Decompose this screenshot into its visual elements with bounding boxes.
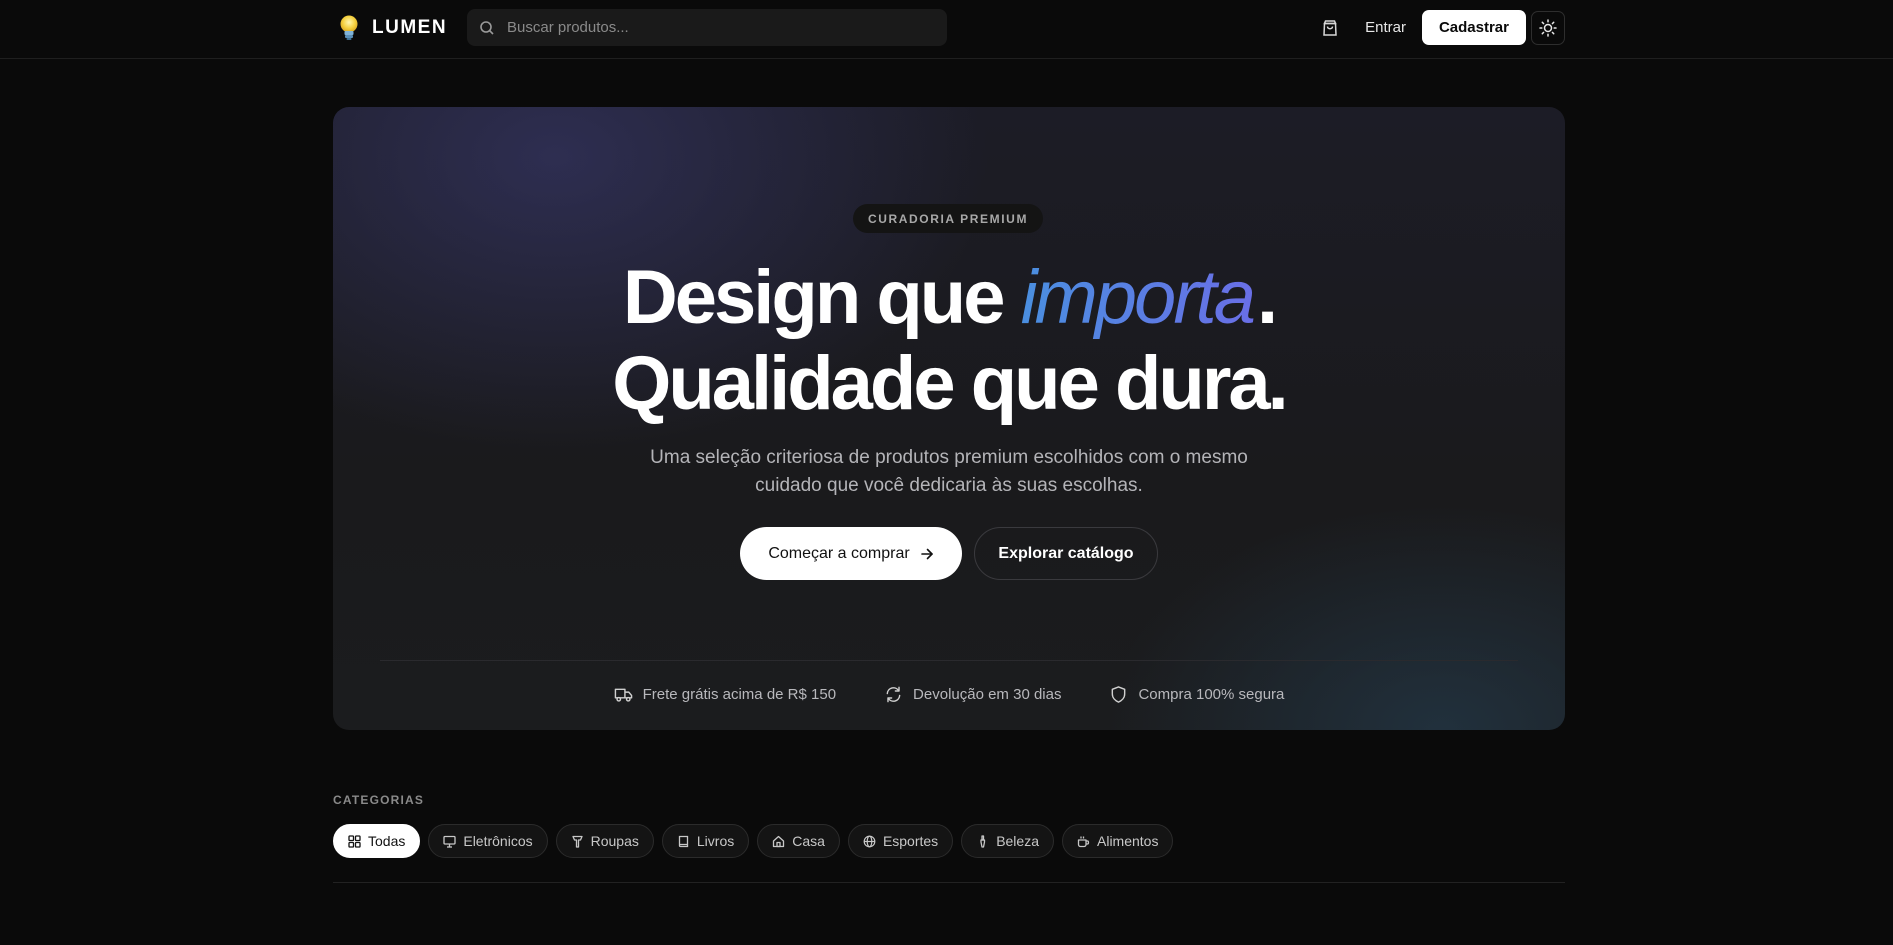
search-input[interactable]: [507, 19, 927, 36]
feature-returns: Devolução em 30 dias: [884, 685, 1061, 704]
shopping-bag-icon: [1323, 19, 1337, 36]
chip-label: Alimentos: [1097, 833, 1159, 849]
monitor-icon: [443, 835, 457, 848]
start-shopping-label: Começar a comprar: [768, 544, 910, 562]
nav-actions: Entrar Cadastrar: [1313, 10, 1565, 45]
bulb-icon: [340, 15, 358, 40]
chip-label: Todas: [368, 833, 406, 849]
hero-subtitle: Uma seleção criteriosa de produtos premi…: [650, 447, 1248, 496]
section-divider: [333, 882, 1565, 883]
start-shopping-button[interactable]: Começar a comprar: [740, 527, 962, 580]
hero-cta-row: Começar a comprar Explorar catálogo: [333, 527, 1565, 580]
search-icon: [480, 20, 494, 35]
feature-free-shipping: Frete grátis acima de R$ 150: [614, 685, 836, 704]
truck-icon: [614, 688, 632, 702]
chip-label: Beleza: [996, 833, 1039, 849]
cart-button[interactable]: [1313, 11, 1347, 45]
brand-name: LUMEN: [372, 17, 448, 38]
hero-banner: CURADORIA PREMIUM Design que importa. Qu…: [333, 107, 1565, 730]
hero-badge: CURADORIA PREMIUM: [853, 204, 1043, 233]
chip-label: Casa: [792, 833, 825, 849]
top-navbar: LUMEN Entrar Cadastrar: [0, 0, 1893, 59]
sun-icon: [1539, 18, 1557, 37]
signup-button[interactable]: Cadastrar: [1421, 10, 1526, 45]
shield-icon: [1112, 686, 1126, 703]
chip-label: Eletrônicos: [463, 833, 533, 849]
explore-catalog-button[interactable]: Explorar catálogo: [974, 527, 1158, 580]
category-chip-todas[interactable]: Todas: [333, 824, 421, 858]
category-chip-casa[interactable]: Casa: [757, 824, 840, 858]
category-chip-roupas[interactable]: Roupas: [555, 824, 654, 858]
category-chip-alimentos[interactable]: Alimentos: [1062, 824, 1174, 858]
coffee-icon: [1077, 836, 1090, 847]
feature-label: Compra 100% segura: [1138, 686, 1285, 703]
headline-line2: Qualidade que dura.: [612, 341, 1289, 426]
search-bar[interactable]: [467, 9, 947, 46]
headline-line1-end: .: [1257, 255, 1278, 340]
book-icon: [678, 835, 689, 847]
login-link[interactable]: Entrar: [1365, 19, 1406, 36]
chip-label: Esportes: [882, 833, 939, 849]
category-chip-beleza[interactable]: Beleza: [961, 824, 1054, 858]
brand-logo[interactable]: LUMEN: [336, 13, 447, 43]
category-chips: Todas Eletrônicos Roupas Livros Casa Esp…: [333, 824, 1174, 858]
headline-accent: importa: [1021, 255, 1257, 340]
hero-headline: Design que importa. Qualidade que dura.: [333, 255, 1565, 427]
theme-toggle-button[interactable]: [1531, 10, 1565, 45]
hero-divider: [380, 660, 1518, 661]
category-chip-esportes[interactable]: Esportes: [847, 824, 954, 858]
chip-label: Roupas: [590, 833, 639, 849]
home-icon: [773, 835, 785, 847]
chip-label: Livros: [696, 833, 735, 849]
brush-icon: [980, 834, 986, 848]
headline-line1-start: Design que: [622, 255, 1021, 340]
globe-icon: [863, 835, 876, 847]
category-chip-livros[interactable]: Livros: [661, 824, 750, 858]
categories-title: CATEGORIAS: [333, 793, 425, 807]
feature-label: Devolução em 30 dias: [913, 686, 1062, 703]
feature-secure: Compra 100% segura: [1109, 685, 1284, 704]
grid-icon: [348, 834, 361, 848]
shirt-icon: [571, 835, 583, 848]
feature-label: Frete grátis acima de R$ 150: [642, 686, 837, 703]
arrow-right-icon: [920, 548, 933, 559]
hero-features: Frete grátis acima de R$ 150 Devolução e…: [333, 685, 1565, 704]
refresh-icon: [886, 686, 901, 703]
category-chip-eletronicos[interactable]: Eletrônicos: [428, 824, 548, 858]
